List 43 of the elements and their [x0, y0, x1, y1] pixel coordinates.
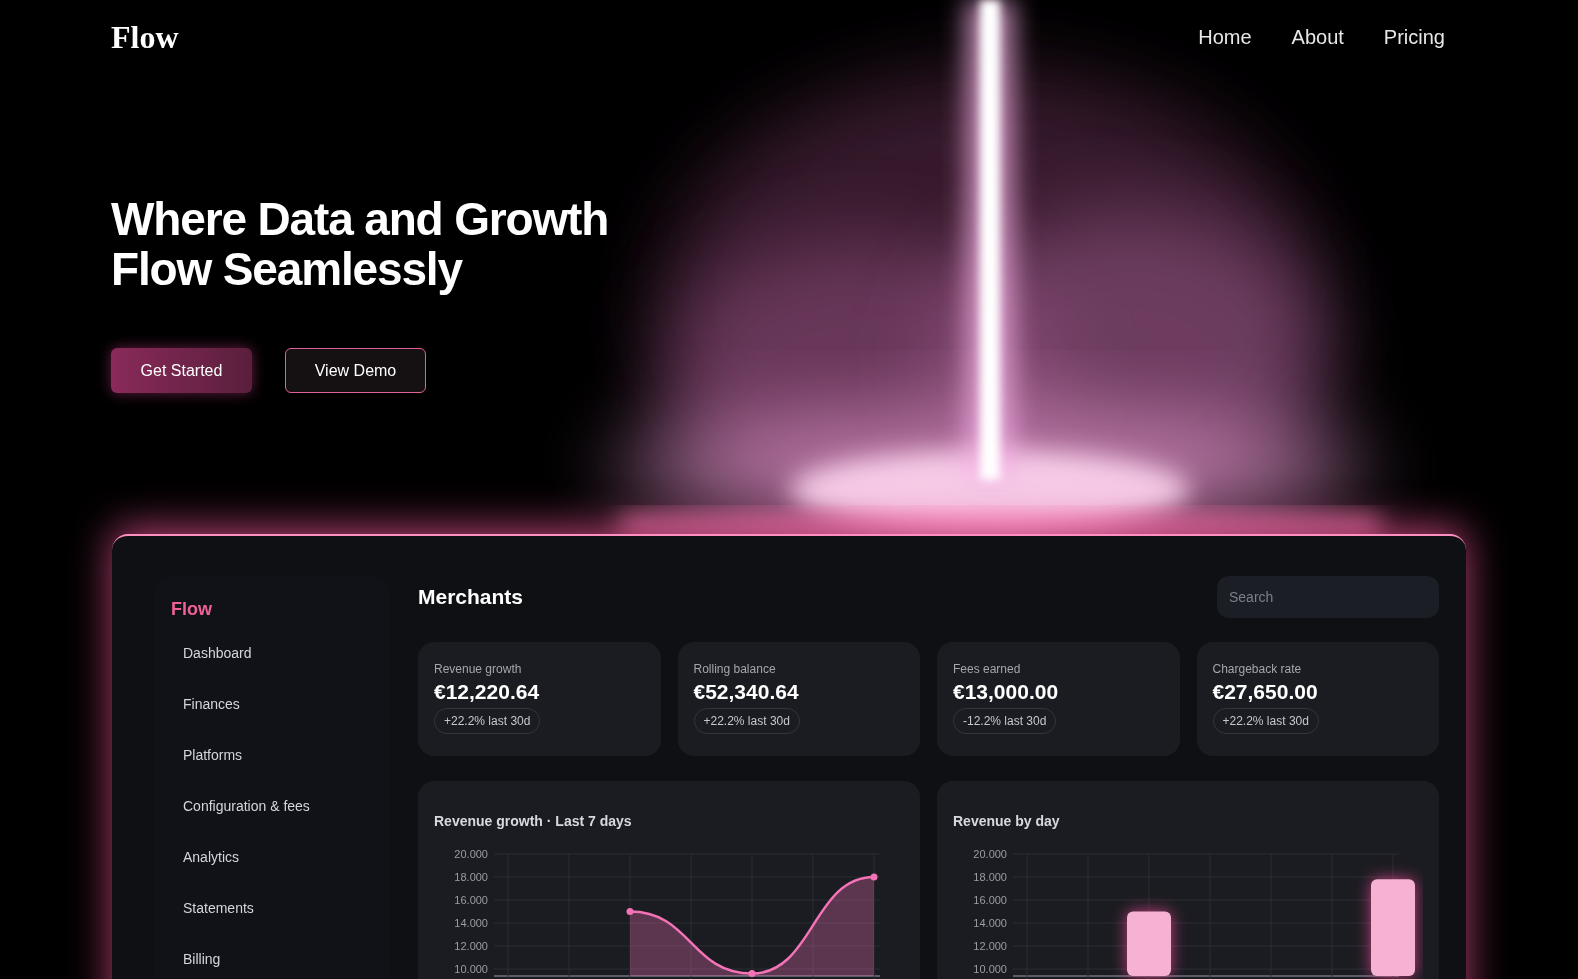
data-point	[870, 873, 878, 881]
nav-link[interactable]: Pricing	[1383, 22, 1445, 52]
y-tick-label: 12.000	[454, 940, 488, 952]
get-started-button[interactable]: Get Started	[111, 348, 252, 393]
y-tick-label: 12.000	[973, 940, 1007, 952]
bar	[1127, 911, 1171, 976]
y-tick-label: 20.000	[454, 848, 488, 860]
sidebar-brand: Flow	[171, 598, 213, 621]
y-tick-label: 14.000	[973, 917, 1007, 929]
sidebar-item[interactable]: Configuration & fees	[171, 794, 373, 819]
nav-link[interactable]: About	[1291, 22, 1344, 52]
brand-logo[interactable]: Flow	[111, 13, 179, 61]
stat-label: Rolling balance	[693, 661, 777, 678]
stat-value: €52,340.64	[693, 679, 800, 705]
data-point	[626, 908, 634, 915]
y-tick-label: 10.000	[973, 963, 1007, 975]
stat-label: Chargeback rate	[1212, 661, 1303, 678]
sidebar-item[interactable]: Analytics	[171, 845, 373, 870]
search-field[interactable]: Search	[1217, 576, 1439, 618]
hero-heading: Where Data and Growth Flow Seamlessly	[111, 194, 610, 294]
y-tick-label: 16.000	[973, 894, 1007, 906]
y-tick-label: 14.000	[454, 917, 488, 929]
y-tick-label: 20.000	[973, 848, 1007, 860]
stat-value: €13,000.00	[953, 679, 1060, 705]
sidebar-item[interactable]: Billing	[171, 947, 373, 972]
stat-label: Revenue growth	[434, 661, 523, 678]
view-demo-button[interactable]: View Demo	[285, 348, 426, 393]
stat-label: Fees earned	[953, 661, 1022, 678]
y-tick-label: 10.000	[454, 963, 488, 975]
chart-title: Revenue growth · Last 7 days	[434, 812, 633, 831]
y-tick-label: 18.000	[454, 871, 488, 883]
y-tick-label: 16.000	[454, 894, 488, 906]
y-tick-label: 18.000	[973, 871, 1007, 883]
sidebar-item[interactable]: Statements	[171, 896, 373, 921]
data-point	[748, 970, 756, 978]
stat-value: €12,220.64	[434, 679, 541, 705]
sidebar-item[interactable]: Dashboard	[171, 641, 373, 666]
chart-title: Revenue by day	[953, 812, 1061, 831]
nav-link[interactable]: Home	[1198, 22, 1252, 52]
sidebar-item[interactable]: Finances	[171, 692, 373, 717]
sidebar-item[interactable]: Platforms	[171, 743, 373, 768]
stat-value: €27,650.00	[1212, 679, 1319, 705]
page-title: Merchants	[418, 584, 524, 611]
